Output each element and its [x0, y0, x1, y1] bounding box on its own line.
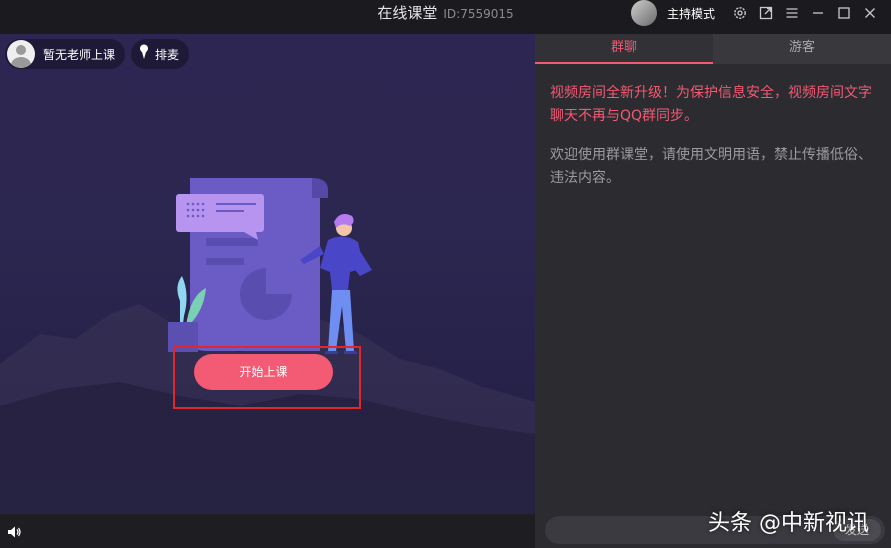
start-class-button[interactable]: 开始上课: [194, 354, 333, 390]
teacher-status: 暂无老师上课: [5, 39, 126, 69]
welcome-message: 欢迎使用群课堂，请使用文明用语，禁止传播低俗、违法内容。: [550, 147, 872, 186]
system-alert-message: 视频房间全新升级！为保护信息安全，视频房间文字聊天不再与QQ群同步。: [550, 85, 872, 124]
close-icon[interactable]: [857, 0, 883, 26]
tab-visitors[interactable]: 游客: [713, 34, 891, 64]
tab-group-chat[interactable]: 群聊: [535, 34, 713, 64]
title-bar: 在线课堂 ID:7559015 主持模式: [0, 0, 891, 34]
queue-label: 排麦: [155, 47, 180, 62]
video-stage: 暂无老师上课 排麦 开始上课: [0, 34, 535, 514]
chat-messages: 视频房间全新升级！为保护信息安全，视频房间文字聊天不再与QQ群同步。 欢迎使用群…: [550, 82, 875, 190]
menu-icon[interactable]: [779, 0, 805, 26]
chat-panel: 群聊 游客 视频房间全新升级！为保护信息安全，视频房间文字聊天不再与QQ群同步。…: [535, 34, 891, 548]
settings-icon[interactable]: [727, 0, 753, 26]
watermark: 头条 @中新视讯: [708, 511, 869, 536]
teacher-status-label: 暂无老师上课: [43, 47, 116, 62]
queue-button[interactable]: 排麦: [131, 39, 190, 69]
chat-tabs: 群聊 游客: [535, 34, 891, 64]
maximize-icon[interactable]: [831, 0, 857, 26]
room-id: ID:7559015: [443, 7, 514, 21]
minimize-icon[interactable]: [805, 0, 831, 26]
stage-toolbar: [0, 514, 535, 548]
host-mode-label[interactable]: 主持模式: [667, 5, 715, 22]
window-title-text: 在线课堂: [377, 4, 438, 22]
teacher-avatar: [7, 40, 35, 68]
host-avatar[interactable]: [630, 0, 657, 26]
title-bar-controls: 主持模式: [630, 0, 883, 26]
microphone-icon: [139, 44, 149, 64]
popout-icon[interactable]: [753, 0, 779, 26]
empty-classroom-illustration: [168, 178, 372, 354]
speaker-icon[interactable]: [6, 524, 22, 540]
